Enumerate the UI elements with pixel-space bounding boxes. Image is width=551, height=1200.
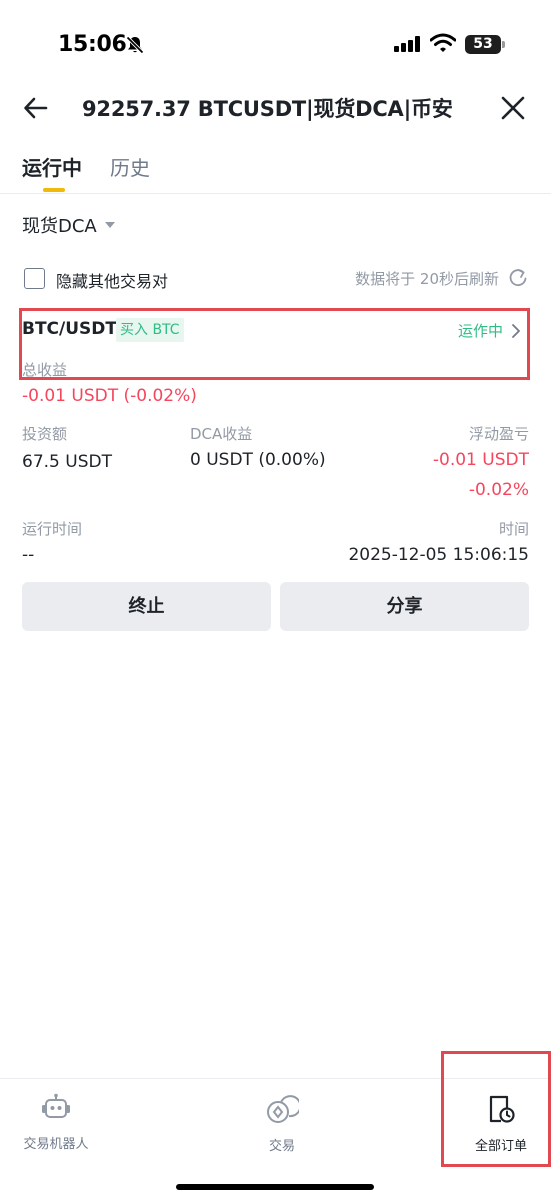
battery-cap: [502, 41, 505, 48]
strategy-type-dropdown[interactable]: 现货DCA: [22, 212, 115, 238]
tab-history[interactable]: 历史: [110, 152, 150, 181]
robot-icon: [1, 1093, 111, 1123]
floating-pnl-label: 浮动盈亏: [468, 425, 529, 443]
share-button[interactable]: 分享: [280, 582, 529, 631]
home-indicator[interactable]: [176, 1184, 374, 1190]
chevron-right-icon[interactable]: [511, 323, 521, 343]
highlight-box-all-orders: [441, 1051, 551, 1167]
active-tab-indicator: [43, 188, 65, 192]
bell-muted-icon: [125, 35, 145, 59]
total-profit-label: 总收益: [22, 361, 68, 379]
close-icon[interactable]: [499, 94, 527, 122]
tab-running[interactable]: 运行中: [22, 152, 82, 181]
wifi-icon: [429, 33, 457, 57]
floating-pnl-value: -0.01 USDT: [432, 450, 529, 470]
dca-profit-value: 0 USDT (0.00%): [190, 450, 326, 470]
floating-pnl-percent: -0.02%: [468, 480, 529, 500]
bottom-nav-trading-bot[interactable]: 交易机器人: [1, 1093, 111, 1152]
status-time: 15:06: [58, 32, 127, 57]
battery-indicator: 53: [465, 35, 501, 54]
back-arrow-icon[interactable]: [22, 94, 50, 122]
bottom-nav-label: 交易: [268, 1139, 295, 1154]
nav-bar: 92257.37 BTCUSDT|现货DCA|币安: [0, 84, 551, 132]
bottom-nav-label: 交易机器人: [23, 1137, 89, 1152]
page-title: 92257.37 BTCUSDT|现货DCA|币安: [82, 97, 453, 121]
run-time-label: 运行时间: [22, 520, 83, 538]
refresh-icon[interactable]: [507, 267, 529, 293]
bottom-nav-trade[interactable]: 交易: [227, 1093, 337, 1154]
hide-other-pairs-checkbox[interactable]: [24, 268, 45, 289]
cellular-signal-icon: [394, 36, 422, 56]
total-profit-value: -0.01 USDT (-0.02%): [22, 386, 197, 406]
strategy-type-label: 现货DCA: [22, 216, 97, 237]
trading-pair: BTC/USDT: [22, 319, 117, 339]
trade-icon: [227, 1093, 337, 1125]
run-time-value: --: [22, 545, 35, 565]
investment-label: 投资额: [22, 425, 68, 443]
time-value: 2025-12-05 15:06:15: [348, 545, 529, 565]
caret-down-icon: [104, 222, 115, 228]
hide-other-pairs-label[interactable]: 隐藏其他交易对: [56, 268, 168, 292]
side-tag: 买入 BTC: [116, 318, 184, 342]
status-bar: 15:06 53: [0, 0, 551, 90]
stop-button[interactable]: 终止: [22, 582, 271, 631]
time-label: 时间: [498, 520, 529, 538]
investment-value: 67.5 USDT: [22, 452, 112, 472]
order-status[interactable]: 运作中: [458, 320, 503, 341]
tab-bar: 运行中 历史: [0, 148, 551, 194]
refresh-countdown: 数据将于 20秒后刷新: [355, 270, 499, 288]
filter-row: 隐藏其他交易对 数据将于 20秒后刷新: [24, 266, 529, 292]
dca-profit-label: DCA收益: [190, 425, 253, 443]
